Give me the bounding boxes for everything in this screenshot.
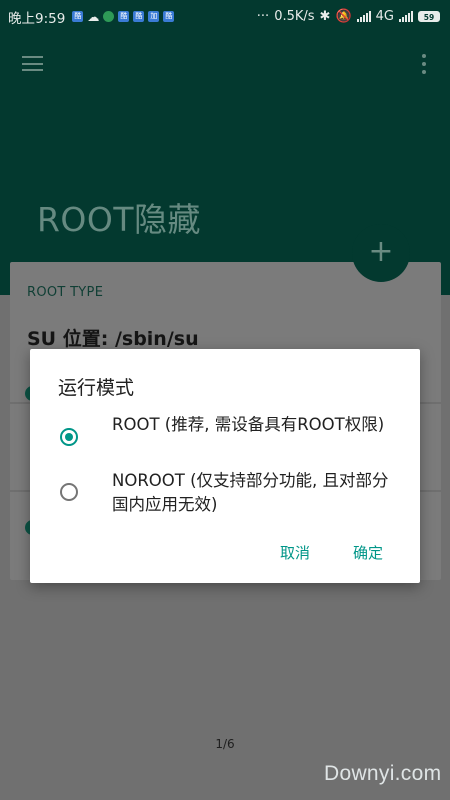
coolapk-notification-icon: 酷 xyxy=(72,11,84,22)
coolapk-notification-icon-4: 酷 xyxy=(163,11,175,22)
network-type: 4G xyxy=(375,9,394,24)
more-vert-icon[interactable] xyxy=(421,54,427,74)
signal-icon-2 xyxy=(399,11,413,22)
coolapk-notification-icon-2: 酷 xyxy=(118,11,130,22)
app-notification-icon xyxy=(103,11,115,22)
status-time: 晚上9:59 xyxy=(8,10,66,27)
root-type-label: ROOT TYPE xyxy=(27,285,104,300)
option-root[interactable]: ROOT (推荐, 需设备具有ROOT权限) xyxy=(30,411,420,467)
ok-button[interactable]: 确定 xyxy=(353,542,383,563)
add-fab-button[interactable]: + xyxy=(352,224,410,282)
battery-icon: 59 xyxy=(418,11,440,22)
cloud-icon: ☁ xyxy=(87,9,100,24)
option-root-label: ROOT (推荐, 需设备具有ROOT权限) xyxy=(112,415,385,434)
radio-noroot[interactable] xyxy=(60,483,78,501)
signal-icon xyxy=(356,11,371,22)
status-bar: 晚上9:59 酷 ☁ 酷 酷 加 酷 ··· 0.5K/s ✱ 🔕 4G 59 xyxy=(0,0,450,33)
coolapk-notification-icon-3: 酷 xyxy=(133,11,145,22)
bluetooth-icon: ✱ xyxy=(319,9,331,24)
option-noroot-label: NOROOT (仅支持部分功能, 且对部分国内应用无效) xyxy=(112,471,389,514)
run-mode-dialog: 运行模式 ROOT (推荐, 需设备具有ROOT权限) NOROOT (仅支持部… xyxy=(30,349,420,583)
menu-icon[interactable] xyxy=(22,56,43,71)
option-noroot[interactable]: NOROOT (仅支持部分功能, 且对部分国内应用无效) xyxy=(30,467,420,523)
app-title: ROOT隐藏 xyxy=(37,200,202,239)
dialog-title: 运行模式 xyxy=(58,377,135,399)
add-notification-icon: 加 xyxy=(148,11,160,22)
su-location: SU 位置: /sbin/su xyxy=(27,328,199,350)
cancel-button[interactable]: 取消 xyxy=(280,542,310,563)
network-speed: 0.5K/s xyxy=(274,9,315,24)
watermark: Downyi.com xyxy=(324,762,442,785)
radio-root[interactable] xyxy=(60,428,78,446)
page-indicator: 1/6 xyxy=(215,737,235,751)
more-notifications-icon: ··· xyxy=(256,9,270,24)
mute-icon: 🔕 xyxy=(335,9,352,24)
